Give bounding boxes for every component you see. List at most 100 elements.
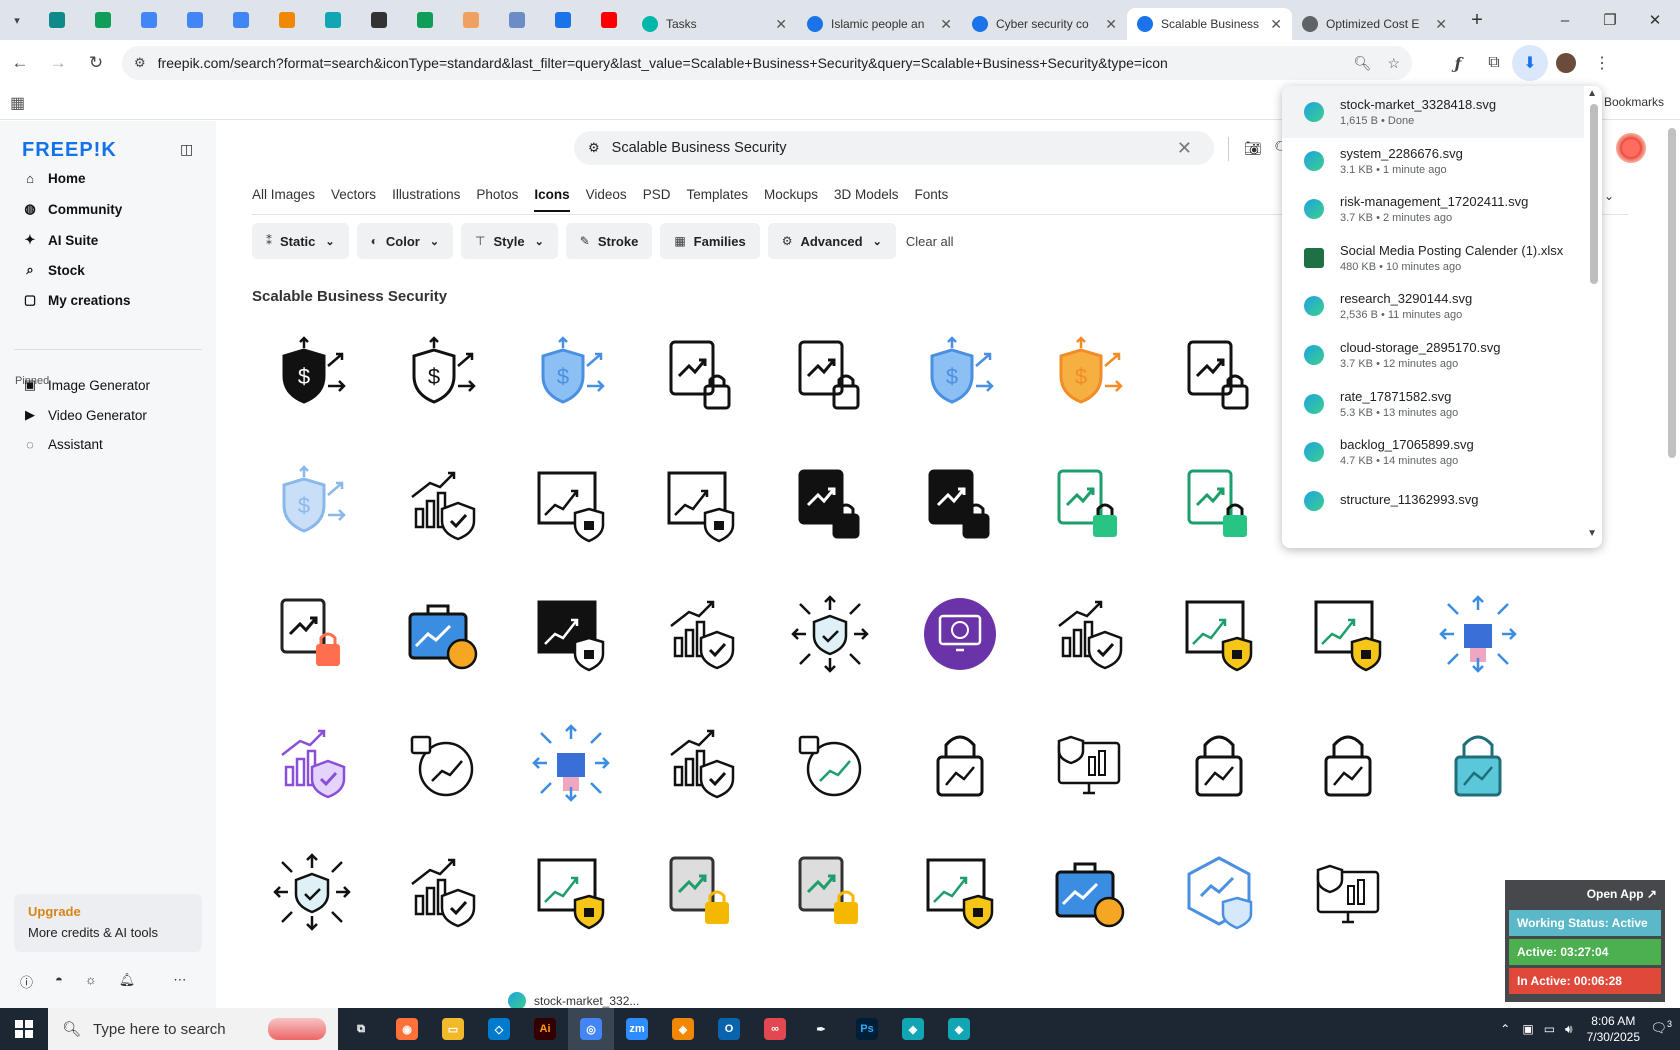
icon-result[interactable] (1418, 574, 1538, 694)
icon-result[interactable] (511, 574, 631, 694)
pinned-tab[interactable] (402, 0, 448, 40)
taskbar-app[interactable]: ▭ (430, 1008, 476, 1050)
browser-tab[interactable]: Islamic people an ✕ (797, 8, 962, 40)
icon-result[interactable] (252, 574, 372, 694)
icon-result[interactable] (770, 574, 890, 694)
taskbar-app[interactable]: ◉ (384, 1008, 430, 1050)
camera-icon[interactable]: 📷︎ (1244, 140, 1262, 157)
page-scrollbar[interactable] (1668, 128, 1676, 458)
browser-tab[interactable]: Cyber security co ✕ (962, 8, 1127, 40)
taskbar-app[interactable]: ◈ (660, 1008, 706, 1050)
filter-style[interactable]: ⊤ Style ⌄ (461, 223, 558, 259)
taskbar-app[interactable]: Ai (522, 1008, 568, 1050)
icon-result[interactable] (1159, 574, 1279, 694)
filter-advanced[interactable]: ⚙ Advanced ⌄ (767, 223, 896, 259)
open-app-link[interactable]: Open App ↗ (1509, 884, 1661, 907)
icon-result[interactable]: $ (1029, 316, 1149, 436)
more-icon[interactable]: ⋯ (173, 972, 186, 991)
download-item[interactable]: research_3290144.svg 2,536 B • 11 minutes… (1282, 280, 1584, 332)
tray-chevron-icon[interactable]: ⌃ (1500, 1022, 1510, 1036)
taskbar-app[interactable]: ◆ (936, 1008, 982, 1050)
minimize-button[interactable]: – (1540, 0, 1590, 40)
icon-result[interactable] (1029, 832, 1149, 952)
icon-result[interactable] (1029, 445, 1149, 565)
font-extension-icon[interactable]: ƒ (1440, 45, 1476, 81)
icon-result[interactable] (1288, 703, 1408, 823)
icon-result[interactable] (641, 832, 761, 952)
downloads-scrollbar[interactable] (1590, 104, 1598, 284)
download-item[interactable]: risk-management_17202411.svg 3.7 KB • 2 m… (1282, 183, 1584, 235)
address-bar[interactable]: ⚙ freepik.com/search?format=search&iconT… (122, 46, 1412, 80)
taskbar-app[interactable]: Ps (844, 1008, 890, 1050)
download-item[interactable]: Social Media Posting Calender (1).xlsx 48… (1282, 232, 1584, 284)
taskbar-app[interactable]: ◆ (890, 1008, 936, 1050)
forward-button[interactable]: → (40, 45, 76, 81)
pinned-tab[interactable] (218, 0, 264, 40)
notification-icon[interactable]: 🗨︎3 (1650, 1019, 1672, 1036)
close-tab-icon[interactable]: ✕ (1270, 16, 1282, 33)
taskbar-app[interactable]: ∞ (752, 1008, 798, 1050)
network-icon[interactable]: ▣ (1522, 1022, 1533, 1036)
pinned-tab[interactable] (264, 0, 310, 40)
icon-result[interactable] (382, 574, 502, 694)
download-item[interactable]: backlog_17065899.svg 4.7 KB • 14 minutes … (1282, 426, 1584, 478)
icon-result[interactable]: $ (382, 316, 502, 436)
windows-start-button[interactable] (0, 1008, 48, 1050)
filter-static[interactable]: ⁑ Static ⌄ (252, 223, 349, 259)
icon-result[interactable] (641, 574, 761, 694)
download-item[interactable]: structure_11362993.svg (1282, 475, 1584, 527)
icon-result[interactable] (900, 574, 1020, 694)
scroll-up-icon[interactable]: ▲ (1587, 88, 1597, 99)
icon-result[interactable] (252, 703, 372, 823)
tab-icons[interactable]: Icons (534, 187, 570, 212)
zoom-icon[interactable]: 🔍︎ (1354, 55, 1372, 72)
tab-all-images[interactable]: All Images (252, 187, 315, 212)
taskbar-app[interactable]: zm (614, 1008, 660, 1050)
icon-result[interactable] (1029, 703, 1149, 823)
pinned-tab[interactable] (310, 0, 356, 40)
icon-result[interactable] (1288, 832, 1408, 952)
icon-result[interactable] (511, 445, 631, 565)
theme-icon[interactable]: ☼ (85, 972, 97, 991)
tab-illustrations[interactable]: Illustrations (392, 187, 460, 212)
icon-result[interactable] (770, 445, 890, 565)
new-tab-button[interactable]: + (1457, 9, 1497, 32)
icon-result[interactable] (770, 832, 890, 952)
discord-icon[interactable]: ◓ (55, 972, 63, 991)
close-window-button[interactable]: ✕ (1630, 0, 1680, 40)
icon-result[interactable] (382, 445, 502, 565)
icon-result[interactable] (641, 703, 761, 823)
clock[interactable]: 8:06 AM 7/30/2025 (1587, 1013, 1640, 1045)
browser-tab[interactable]: Tasks ✕ (632, 8, 797, 40)
icon-result[interactable] (900, 445, 1020, 565)
tab-mockups[interactable]: Mockups (764, 187, 818, 212)
filter-icon[interactable]: ⚙ (588, 140, 600, 156)
icon-result[interactable] (1288, 574, 1408, 694)
sidebar-item-my-creations[interactable]: ▢ My creations (22, 292, 131, 308)
tab-templates[interactable]: Templates (686, 187, 748, 212)
reload-button[interactable]: ↻ (78, 45, 114, 81)
tab-vectors[interactable]: Vectors (331, 187, 376, 212)
sidebar-item-stock[interactable]: ⌕ Stock (22, 262, 84, 278)
pinned-tab[interactable] (356, 0, 402, 40)
back-button[interactable]: ← (2, 45, 38, 81)
icon-result[interactable] (511, 832, 631, 952)
taskbar-app[interactable]: ⧉ (338, 1008, 384, 1050)
site-info-icon[interactable]: ⚙ (134, 55, 146, 71)
pinned-tab[interactable] (540, 0, 586, 40)
download-item[interactable]: system_2286676.svg 3.1 KB • 1 minute ago (1282, 135, 1584, 187)
sidebar-item-image-generator[interactable]: ▣ Image Generator (22, 377, 150, 393)
collapse-sidebar-icon[interactable]: ◫ (180, 141, 193, 158)
downloads-icon[interactable]: ⬇ (1512, 45, 1548, 81)
icon-result[interactable] (641, 445, 761, 565)
user-avatar[interactable] (1616, 133, 1646, 163)
taskbar-app[interactable]: ✒ (798, 1008, 844, 1050)
icon-result[interactable] (1029, 574, 1149, 694)
tab-photos[interactable]: Photos (476, 187, 518, 212)
display-icon[interactable]: ▭ (1544, 1022, 1555, 1036)
sidebar-item-community[interactable]: ◍ Community (22, 201, 122, 217)
bookmark-star-icon[interactable]: ☆ (1387, 55, 1400, 72)
pinned-tab[interactable] (126, 0, 172, 40)
pinned-tab[interactable] (80, 0, 126, 40)
icon-result[interactable] (900, 703, 1020, 823)
